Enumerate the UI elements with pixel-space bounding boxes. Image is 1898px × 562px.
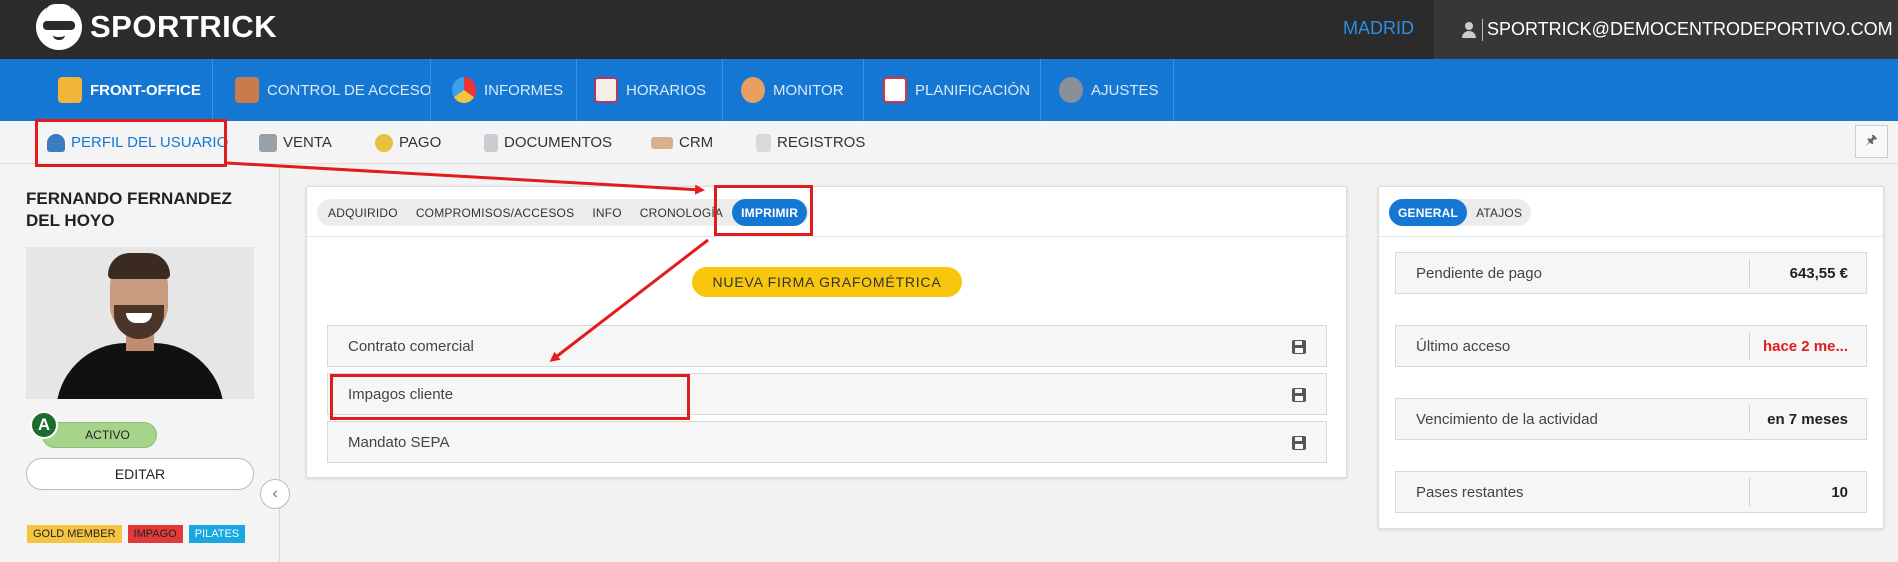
stat-vencimiento-actividad: Vencimiento de la actividad en 7 meses [1395, 398, 1867, 440]
save-icon[interactable] [1292, 388, 1306, 402]
right-tab-bar: GENERAL ATAJOS [1379, 187, 1883, 237]
new-signature-button[interactable]: NUEVA FIRMA GRAFOMÉTRICA [692, 267, 962, 297]
calendar-grid-icon [594, 77, 618, 103]
client-name: FERNANDO FERNANDEZ DEL HOYO [26, 189, 232, 230]
brand-logo[interactable]: SPORTRICK [36, 1, 278, 50]
document-label: Contrato comercial [348, 337, 474, 355]
summary-panel: GENERAL ATAJOS Pendiente de pago 643,55 … [1378, 186, 1884, 529]
tag-pilates[interactable]: PILATES [188, 525, 246, 543]
save-icon[interactable] [1292, 436, 1306, 450]
sub-navigation: PERFIL DEL USUARIO VENTA PAGO DOCUMENTOS… [0, 121, 1898, 164]
front-office-icon [58, 77, 82, 103]
nav-front-office[interactable]: FRONT-OFFICE [58, 59, 201, 121]
stat-label: Vencimiento de la actividad [1416, 410, 1598, 428]
nav-planificacion[interactable]: PLANIFICACIÓN [883, 59, 1030, 121]
tab-info[interactable]: INFO [583, 199, 630, 226]
tag-gold-member[interactable]: GOLD MEMBER [27, 525, 122, 543]
pie-chart-icon [452, 77, 476, 103]
edit-button[interactable]: EDITAR [26, 458, 254, 490]
subnav-label: VENTA [283, 134, 332, 151]
coin-icon [375, 133, 393, 152]
nav-label: FRONT-OFFICE [90, 81, 201, 99]
nav-horarios[interactable]: HORARIOS [594, 59, 706, 121]
stat-value: 10 [1831, 483, 1848, 501]
chevron-left-icon: ‹ [272, 485, 278, 502]
client-tags: GOLD MEMBER IMPAGO PILATES [27, 525, 246, 543]
subnav-pago[interactable]: PAGO [375, 121, 441, 164]
stat-label: Pendiente de pago [1416, 264, 1542, 282]
user-email: SPORTRICK@DEMOCENTRODEPORTIVO.COM [1487, 19, 1893, 39]
calendar-icon [883, 77, 907, 103]
subnav-documentos[interactable]: DOCUMENTOS [484, 121, 612, 164]
access-control-icon [235, 77, 259, 103]
center-tab-bar: ADQUIRIDO COMPROMISOS/ACCESOS INFO CRONO… [307, 187, 1346, 237]
gear-icon [1059, 77, 1083, 103]
nav-label: AJUSTES [1091, 81, 1159, 99]
logo-mascot-icon [36, 1, 82, 50]
clipboard-icon [756, 133, 771, 152]
nav-label: PLANIFICACIÓN [915, 81, 1031, 99]
stat-ultimo-acceso: Último acceso hace 2 me... [1395, 325, 1867, 367]
status-badge: ACTIVO [42, 422, 157, 448]
client-sidebar: FERNANDO FERNANDEZ DEL HOYO A ACTIVO EDI… [0, 165, 280, 562]
cash-register-icon [259, 133, 277, 152]
handshake-icon [651, 136, 673, 149]
nav-monitor[interactable]: MONITOR [741, 59, 844, 121]
subnav-label: DOCUMENTOS [504, 134, 613, 151]
document-label: Mandato SEPA [348, 433, 450, 451]
subnav-label: REGISTROS [777, 134, 866, 151]
tab-adquirido[interactable]: ADQUIRIDO [319, 199, 407, 226]
stat-label: Último acceso [1416, 337, 1511, 355]
nav-informes[interactable]: INFORMES [452, 59, 563, 121]
stat-value: en 7 meses [1767, 410, 1848, 428]
document-icon [484, 133, 498, 152]
tab-general[interactable]: GENERAL [1389, 199, 1468, 226]
right-tabs: GENERAL ATAJOS [1389, 199, 1532, 226]
subnav-venta[interactable]: VENTA [259, 121, 332, 164]
nav-label: MONITOR [773, 81, 844, 99]
documents-panel: ADQUIRIDO COMPROMISOS/ACCESOS INFO CRONO… [306, 186, 1347, 478]
city-selector[interactable]: MADRID [1343, 18, 1414, 39]
subnav-crm[interactable]: CRM [651, 121, 713, 164]
stat-label: Pases restantes [1416, 483, 1524, 501]
pin-button[interactable]: 🖈 [1855, 125, 1888, 158]
annotation-box-impagos [330, 374, 690, 420]
brand-name: SPORTRICK [90, 9, 278, 44]
level-badge: A [30, 411, 58, 439]
nav-label: CONTROL DE ACCESO [267, 81, 432, 99]
tab-atajos[interactable]: ATAJOS [1467, 199, 1531, 226]
nav-control-de-acceso[interactable]: CONTROL DE ACCESO [235, 59, 431, 121]
nav-label: HORARIOS [626, 81, 707, 99]
people-icon [741, 77, 765, 103]
subnav-label: PAGO [399, 134, 442, 151]
stat-value: hace 2 me... [1762, 337, 1848, 355]
user-icon [1462, 21, 1476, 38]
user-account-menu[interactable]: SPORTRICK@DEMOCENTRODEPORTIVO.COM [1434, 0, 1898, 59]
tab-compromisos-accesos[interactable]: COMPROMISOS/ACCESOS [407, 199, 584, 226]
annotation-box-perfil [35, 119, 227, 167]
stat-value: 643,55 € [1789, 264, 1848, 282]
annotation-box-imprimir [714, 185, 813, 236]
collapse-sidebar-button[interactable]: ‹ [260, 479, 290, 509]
nav-label: INFORMES [484, 81, 564, 99]
document-row-sepa[interactable]: Mandato SEPA [327, 421, 1327, 463]
tag-impago[interactable]: IMPAGO [127, 525, 183, 543]
stat-pendiente-de-pago: Pendiente de pago 643,55 € [1395, 252, 1867, 294]
top-bar: SPORTRICK MADRID SPORTRICK@DEMOCENTRODEP… [0, 0, 1898, 59]
nav-ajustes[interactable]: AJUSTES [1059, 59, 1159, 121]
stat-pases-restantes: Pases restantes 10 [1395, 471, 1867, 513]
document-row-contrato[interactable]: Contrato comercial [327, 325, 1327, 367]
subnav-registros[interactable]: REGISTROS [756, 121, 865, 164]
client-photo [26, 247, 254, 399]
subnav-label: CRM [679, 134, 714, 151]
pin-icon: 🖈 [1865, 131, 1878, 147]
save-icon[interactable] [1292, 340, 1306, 354]
main-navigation: FRONT-OFFICE CONTROL DE ACCESO INFORMES … [0, 59, 1898, 121]
